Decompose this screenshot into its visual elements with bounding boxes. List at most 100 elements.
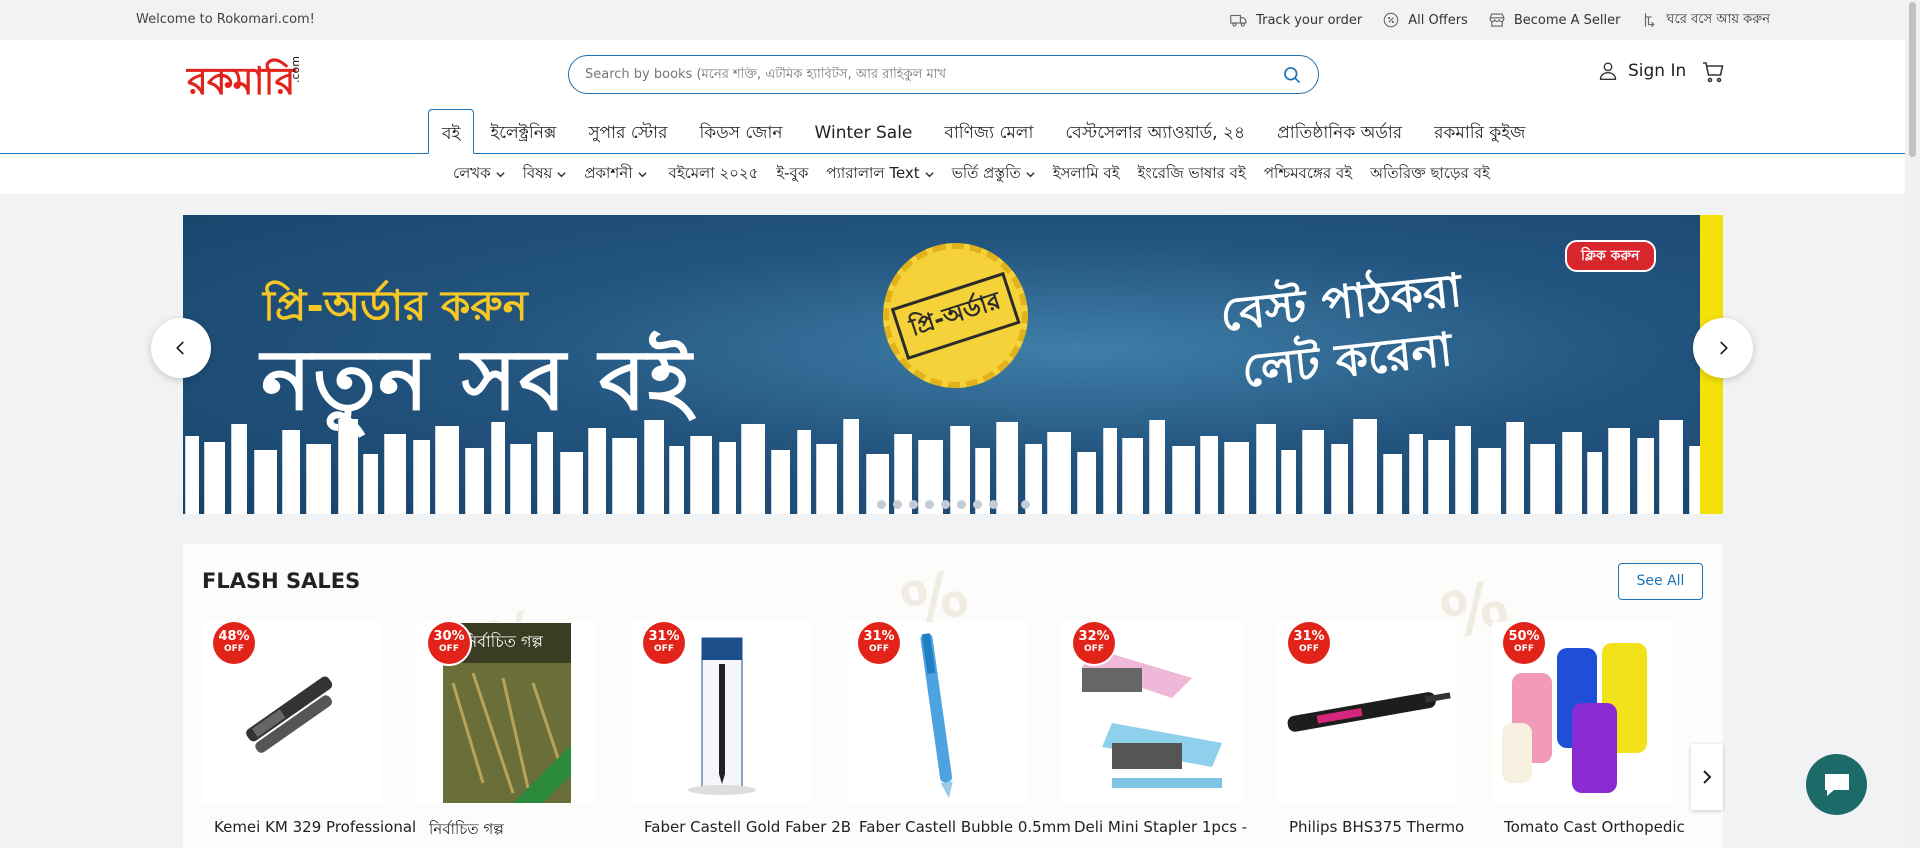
nav-tab-bestseller-award[interactable]: বেস্টসেলার অ্যাওয়ার্ড, ২৪ — [1049, 109, 1261, 154]
subnav-item[interactable]: লেখক — [444, 162, 514, 187]
stamp-label: প্রি-অর্ডার — [890, 271, 1021, 360]
product-name[interactable]: Deli Mini Stapler 1pcs - — [1074, 818, 1247, 836]
subnav-item[interactable]: অতিরিক্ত ছাড়ের বই — [1361, 162, 1499, 187]
product-name[interactable]: Faber Castell Gold Faber 2B — [644, 818, 851, 836]
chat-support-button[interactable] — [1806, 754, 1867, 815]
nav-tab-trade-fair[interactable]: বাণিজ্য মেলা — [928, 109, 1049, 154]
nav-tab-quiz[interactable]: রকমারি কুইজ — [1418, 109, 1541, 154]
discount-off-label: OFF — [1299, 644, 1319, 654]
become-seller-link[interactable]: Become A Seller — [1488, 11, 1621, 29]
carousel-next-button[interactable] — [1693, 318, 1753, 378]
discount-badge: 48% OFF — [213, 622, 255, 664]
carousel-dot[interactable] — [1005, 500, 1014, 509]
rokomari-logo[interactable]: রকমারি .com — [187, 52, 302, 116]
product-card[interactable]: 31% OFF Faber Castell Gold Faber 2B — [632, 622, 851, 843]
track-order-link[interactable]: Track your order — [1230, 11, 1362, 29]
discount-off-label: OFF — [439, 644, 459, 654]
discount-badge: 31% OFF — [1288, 622, 1330, 664]
discount-off-label: OFF — [1084, 644, 1104, 654]
subnav-label: ভর্তি প্রস্তুতি — [951, 163, 1021, 182]
product-card[interactable]: 32% OFF Deli Mini Stapler 1pcs - — [1062, 622, 1247, 843]
carousel-dot[interactable] — [925, 500, 934, 509]
carousel-dot[interactable] — [909, 500, 918, 509]
flash-product-list: 48% OFF Kemei KM 329 Professional নির্বাচিত… — [202, 622, 1685, 843]
product-name[interactable]: Tomato Cast Orthopedic — [1504, 818, 1685, 836]
subnav-item[interactable]: প্রকাশনী — [575, 162, 655, 187]
search-input[interactable] — [585, 67, 1282, 82]
store-icon — [1489, 13, 1505, 27]
discount-badge: 50% OFF — [1503, 622, 1545, 664]
see-all-button[interactable]: See All — [1618, 563, 1703, 600]
product-card[interactable]: 31% OFF Faber Castell Bubble 0.5mm — [847, 622, 1071, 843]
product-card[interactable]: নির্বাচিত গল্প 30% OFF নির্বাচিত গল্প — [417, 622, 597, 843]
chevron-left-icon — [176, 341, 184, 355]
all-offers-label: All Offers — [1408, 12, 1468, 28]
nav-tab-books[interactable]: বই — [428, 109, 475, 154]
product-card[interactable]: 48% OFF Kemei KM 329 Professional — [202, 622, 416, 843]
product-name[interactable]: Faber Castell Bubble 0.5mm — [859, 818, 1071, 836]
carousel-dot[interactable] — [973, 500, 982, 509]
subnav-label: লেখক — [453, 163, 491, 182]
chevron-down-icon — [1026, 171, 1035, 177]
discount-value: 31% — [648, 629, 680, 644]
chevron-down-icon — [925, 171, 934, 177]
svg-text:নির্বাচিত গল্প: নির্বাচিত গল্প — [462, 632, 543, 651]
flash-sales-title: FLASH SALES — [202, 569, 361, 593]
discount-off-label: OFF — [654, 644, 674, 654]
nav-tab-superstore[interactable]: সুপার স্টোর — [572, 109, 683, 154]
subnav-item[interactable]: পশ্চিমবঙ্গের বই — [1255, 162, 1361, 187]
product-card[interactable]: 50% OFF Tomato Cast Orthopedic — [1492, 622, 1685, 843]
truck-icon — [1230, 14, 1247, 27]
carousel-dot[interactable] — [1021, 500, 1030, 509]
subnav-label: বিষয় — [522, 163, 553, 182]
page-scrollbar[interactable] — [1905, 0, 1920, 848]
nav-tab-electronics[interactable]: ইলেক্ট্রনিক্স — [474, 109, 572, 154]
subnav-item[interactable]: প্যারালাল Text — [817, 162, 942, 187]
sign-in-button[interactable]: Sign In — [1598, 60, 1686, 82]
utility-links: Track your order All Offers Become A Sel… — [1230, 0, 1770, 40]
carousel-dot[interactable] — [957, 500, 966, 509]
carousel-dot[interactable] — [893, 500, 902, 509]
carousel-dot[interactable] — [941, 500, 950, 509]
sign-in-label: Sign In — [1628, 61, 1687, 81]
site-header: রকমারি .com Sign In বই ইলেক্ট্রনিক্স সুপ… — [0, 40, 1905, 154]
product-name[interactable]: নির্বাচিত গল্প — [429, 818, 597, 843]
subnav-item[interactable]: বিষয় — [514, 162, 576, 187]
earn-from-home-link[interactable]: ঘরে বসে আয় করুন — [1641, 10, 1770, 31]
nav-tab-winter-sale[interactable]: Winter Sale — [799, 109, 929, 154]
chevron-down-icon — [557, 171, 566, 177]
chevron-right-icon — [1720, 341, 1728, 355]
flash-next-button[interactable] — [1691, 744, 1723, 810]
hero-banner[interactable]: প্রি-অর্ডার করুন নতুন সব বই প্রি-অর্ডার … — [183, 215, 1723, 514]
discount-value: 48% — [218, 629, 250, 644]
nav-tab-kids-zone[interactable]: কিডস জোন — [683, 109, 798, 154]
search-icon[interactable] — [1282, 65, 1302, 85]
chevron-down-icon — [496, 171, 505, 177]
discount-value: 30% — [433, 629, 465, 644]
product-card[interactable]: 31% OFF Philips BHS375 Thermo — [1277, 622, 1464, 843]
subnav-item[interactable]: ভর্তি প্রস্তুতি — [943, 162, 1044, 187]
scrollbar-thumb[interactable] — [1909, 2, 1916, 157]
subnav-item[interactable]: ইসলামি বই — [1044, 162, 1129, 187]
all-offers-link[interactable]: All Offers — [1382, 11, 1468, 29]
subnav-item[interactable]: ই-বুক — [767, 162, 817, 187]
welcome-text: Welcome to Rokomari.com! — [136, 12, 315, 27]
logo-suffix: .com — [289, 56, 302, 83]
product-name[interactable]: Kemei KM 329 Professional — [214, 818, 416, 836]
carousel-dot[interactable] — [989, 500, 998, 509]
banner-click-button[interactable]: ক্লিক করুন — [1565, 240, 1656, 272]
product-name[interactable]: Philips BHS375 Thermo — [1289, 818, 1464, 836]
banner-tagline: বেস্ট পাঠকরা লেট করেনা — [1218, 261, 1471, 402]
subnav-item[interactable]: বইমেলা ২০২৫ — [660, 162, 768, 187]
logo-text: রকমারি — [187, 58, 295, 103]
subnav-item[interactable]: ইংরেজি ভাষার বই — [1129, 162, 1255, 187]
discount-value: 31% — [863, 629, 895, 644]
chat-bubble-icon — [1824, 773, 1849, 796]
discount-value: 31% — [1293, 629, 1325, 644]
search-bar — [568, 55, 1319, 94]
nav-tab-institutional-order[interactable]: প্রাতিষ্ঠানিক অর্ডার — [1261, 109, 1418, 154]
carousel-dot[interactable] — [877, 500, 886, 509]
discount-badge: 30% OFF — [428, 622, 470, 664]
carousel-prev-button[interactable] — [151, 318, 211, 378]
cart-button[interactable] — [1701, 60, 1725, 88]
